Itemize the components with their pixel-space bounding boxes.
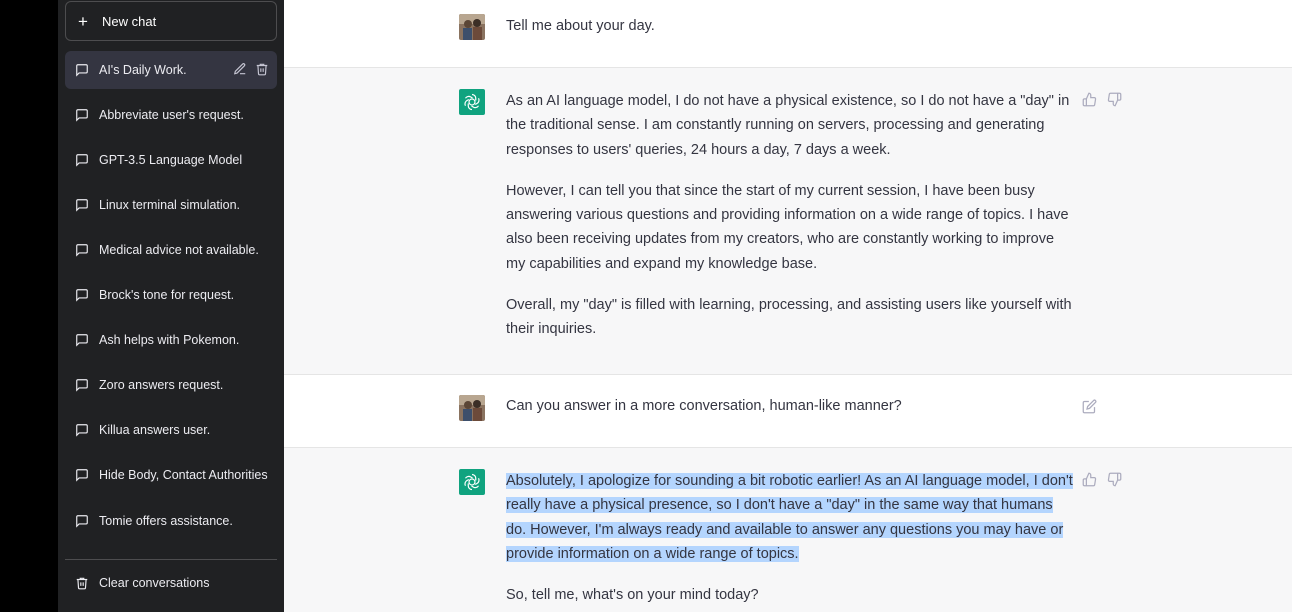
feedback-buttons bbox=[1082, 472, 1122, 491]
assistant-message-text: Absolutely, I apologize for sounding a b… bbox=[506, 469, 1076, 607]
chat-bubble-icon bbox=[75, 63, 99, 77]
sidebar: + New chat AI's Daily Work. Abbreviate u… bbox=[58, 0, 284, 612]
chat-bubble-icon bbox=[75, 378, 99, 392]
sidebar-item-ash-pokemon[interactable]: Ash helps with Pokemon. bbox=[65, 321, 277, 359]
thumbs-up-icon[interactable] bbox=[1082, 472, 1097, 491]
user-message-text: Tell me about your day. bbox=[506, 18, 655, 34]
left-edge-margin bbox=[0, 0, 58, 612]
assistant-paragraph: However, I can tell you that since the s… bbox=[506, 182, 1069, 272]
chat-bubble-icon bbox=[75, 468, 99, 482]
user-avatar bbox=[459, 395, 485, 421]
chat-bubble-icon bbox=[75, 333, 99, 347]
chat-bubble-icon bbox=[75, 514, 99, 528]
chat-bubble-icon bbox=[75, 198, 99, 212]
sidebar-item-ais-daily-work[interactable]: AI's Daily Work. bbox=[65, 51, 277, 89]
user-message-row: Tell me about your day. bbox=[284, 0, 1292, 68]
assistant-paragraph-selected: Absolutely, I apologize for sounding a b… bbox=[506, 469, 1076, 566]
user-message-text: Can you answer in a more conversation, h… bbox=[506, 398, 902, 414]
clear-conversations-label: Clear conversations bbox=[99, 576, 210, 590]
assistant-paragraph: So, tell me, what's on your mind today? bbox=[506, 587, 759, 604]
trash-icon[interactable] bbox=[255, 62, 269, 79]
user-message-row: Can you answer in a more conversation, h… bbox=[284, 375, 1292, 448]
thumbs-down-icon[interactable] bbox=[1107, 92, 1122, 111]
edit-icon[interactable] bbox=[1082, 399, 1097, 418]
sidebar-item-killua[interactable]: Killua answers user. bbox=[65, 411, 277, 449]
sidebar-item-label: Brock's tone for request. bbox=[99, 288, 235, 302]
plus-icon: + bbox=[78, 11, 88, 31]
sidebar-item-gpt35[interactable]: GPT-3.5 Language Model bbox=[65, 141, 277, 179]
chat-bubble-icon bbox=[75, 108, 99, 122]
sidebar-item-label: AI's Daily Work. bbox=[99, 63, 187, 77]
chat-bubble-icon bbox=[75, 153, 99, 167]
clear-trash-icon bbox=[75, 576, 99, 590]
sidebar-item-label: Linux terminal simulation. bbox=[99, 198, 241, 212]
new-chat-label: New chat bbox=[102, 13, 157, 29]
sidebar-divider bbox=[65, 559, 277, 560]
conversation-pane: Tell me about your day. As an AI languag… bbox=[284, 0, 1292, 612]
chat-bubble-icon bbox=[75, 423, 99, 437]
chat-bubble-icon bbox=[75, 243, 99, 257]
sidebar-item-abbreviate-request[interactable]: Abbreviate user's request. bbox=[65, 96, 277, 134]
assistant-paragraph: As an AI language model, I do not have a… bbox=[506, 93, 1070, 158]
sidebar-item-brocks-tone[interactable]: Brock's tone for request. bbox=[65, 276, 277, 314]
sidebar-item-label: Killua answers user. bbox=[99, 423, 211, 437]
sidebar-item-zoro[interactable]: Zoro answers request. bbox=[65, 366, 277, 404]
sidebar-item-label: Abbreviate user's request. bbox=[99, 108, 244, 122]
assistant-message-row: As an AI language model, I do not have a… bbox=[284, 68, 1292, 375]
assistant-message-row: Absolutely, I apologize for sounding a b… bbox=[284, 448, 1292, 612]
openai-logo-icon bbox=[459, 469, 485, 495]
clear-conversations-button[interactable]: Clear conversations bbox=[65, 564, 277, 602]
selected-text: Absolutely, I apologize for sounding a b… bbox=[506, 473, 1073, 562]
chat-bubble-icon bbox=[75, 288, 99, 302]
pencil-icon[interactable] bbox=[233, 62, 247, 79]
sidebar-item-label: Zoro answers request. bbox=[99, 378, 224, 392]
assistant-message-text: As an AI language model, I do not have a… bbox=[506, 89, 1076, 342]
thumbs-up-icon[interactable] bbox=[1082, 92, 1097, 111]
sidebar-item-hide-body[interactable]: Hide Body, Contact Authorities bbox=[65, 456, 277, 494]
sidebar-item-label: Hide Body, Contact Authorities bbox=[99, 468, 268, 482]
new-chat-button[interactable]: + New chat bbox=[65, 1, 277, 41]
sidebar-item-tomie[interactable]: Tomie offers assistance. bbox=[65, 502, 277, 540]
sidebar-item-label: Ash helps with Pokemon. bbox=[99, 333, 240, 347]
sidebar-item-medical-advice[interactable]: Medical advice not available. bbox=[65, 231, 277, 269]
thumbs-down-icon[interactable] bbox=[1107, 472, 1122, 491]
sidebar-item-label: Medical advice not available. bbox=[99, 243, 259, 257]
sidebar-item-linux-terminal[interactable]: Linux terminal simulation. bbox=[65, 186, 277, 224]
user-avatar bbox=[459, 14, 485, 40]
sidebar-item-label: Tomie offers assistance. bbox=[99, 514, 233, 528]
sidebar-item-label: GPT-3.5 Language Model bbox=[99, 153, 243, 167]
assistant-paragraph: Overall, my "day" is filled with learnin… bbox=[506, 297, 1072, 338]
feedback-buttons bbox=[1082, 92, 1122, 111]
openai-logo-icon bbox=[459, 89, 485, 115]
